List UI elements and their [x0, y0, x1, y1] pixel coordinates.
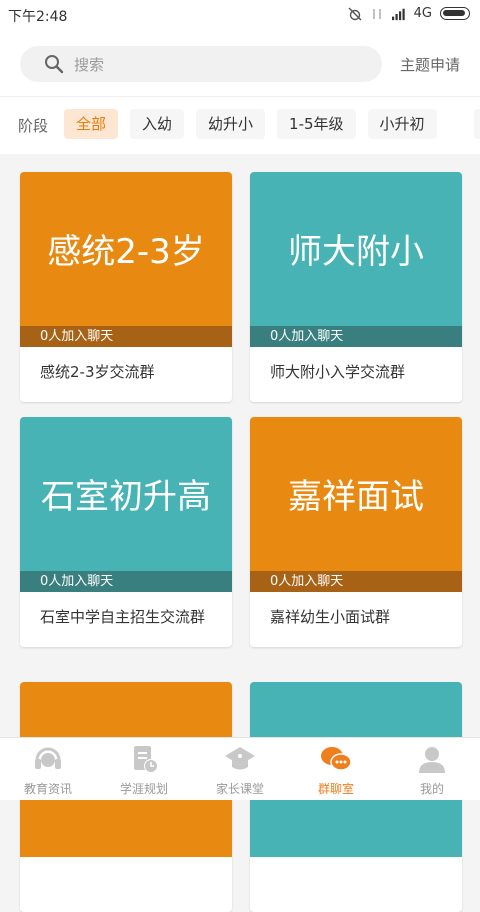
- filter-label: 阶段: [18, 117, 49, 135]
- tab-item[interactable]: 群聊室: [288, 738, 384, 800]
- search-placeholder: 搜索: [74, 56, 105, 74]
- group-cover-title: 师大附小: [288, 232, 424, 272]
- group-name: 师大附小入学交流群: [270, 363, 406, 381]
- tab-label: 学涯规划: [119, 782, 168, 796]
- group-cover: 师大附小: [250, 172, 462, 347]
- stage-filter-bar: 阶段 全部 入幼 幼升小 1-5年级 小升初: [0, 96, 480, 154]
- group-card[interactable]: 嘉祥面试 0人加入聊天嘉祥幼生小面试群: [250, 417, 462, 647]
- group-name: 石室中学自主招生交流群: [40, 608, 206, 626]
- topic-apply-link[interactable]: 主题申请: [400, 54, 460, 75]
- graduation-cap-icon: [224, 744, 256, 774]
- tab-label: 家长课堂: [215, 782, 264, 796]
- group-cover: 石室初升高: [20, 417, 232, 592]
- document-clock-icon: [128, 744, 160, 774]
- tab-item[interactable]: 学涯规划: [96, 738, 192, 800]
- group-name: 感统2-3岁交流群: [40, 363, 155, 381]
- filter-chip-overflow[interactable]: [474, 109, 480, 139]
- alarm-off-icon: [348, 7, 362, 20]
- group-cover: 嘉祥面试: [250, 417, 462, 592]
- group-card[interactable]: 感统2-3岁 0人加入聊天感统2-3岁交流群: [20, 172, 232, 402]
- filter-chip[interactable]: 入幼: [130, 109, 185, 139]
- group-cover-title: 石室初升高: [41, 477, 211, 517]
- group-name: 嘉祥幼生小面试群: [270, 608, 391, 626]
- group-cover: 感统2-3岁: [20, 172, 232, 347]
- filter-chip[interactable]: 1-5年级: [277, 109, 356, 139]
- group-card[interactable]: 石室初升高 0人加入聊天 石室中学自主招生交流群: [20, 417, 232, 647]
- search-input[interactable]: 搜索: [20, 46, 382, 82]
- bottom-tab-bar: 教育资讯 学涯规划 家长课堂 群聊室 我的: [0, 737, 480, 800]
- headset-icon: [32, 744, 64, 774]
- group-cover-title: 感统2-3岁: [47, 232, 205, 272]
- tab-item[interactable]: 我的: [384, 738, 480, 800]
- status-bar: 下午2:48 4G: [0, 0, 480, 30]
- status-icons: 4G: [348, 6, 470, 21]
- group-cover-title: 嘉祥面试: [288, 477, 424, 517]
- battery-icon: [440, 7, 470, 20]
- search-icon: [45, 55, 64, 74]
- tab-label: 群聊室: [317, 782, 354, 796]
- chat-bubbles-icon: [320, 744, 352, 774]
- filter-chip[interactable]: 幼升小: [196, 109, 266, 139]
- member-count: 0人加入聊天: [250, 571, 462, 592]
- tab-label: 我的: [419, 782, 444, 796]
- tab-item[interactable]: 家长课堂: [192, 738, 288, 800]
- status-time: 下午2:48: [8, 9, 68, 25]
- filter-chips: 全部 入幼 幼升小 1-5年级 小升初: [64, 109, 437, 139]
- member-count: 0人加入聊天: [250, 326, 462, 347]
- group-card[interactable]: 师大附小 0人加入聊天师大附小入学交流群: [250, 172, 462, 402]
- tab-item[interactable]: 教育资讯: [0, 738, 96, 800]
- network-type: 4G: [413, 6, 432, 21]
- data-arrows-icon: [372, 8, 381, 19]
- member-count: 0人加入聊天: [20, 571, 232, 592]
- search-header: 搜索 主题申请: [0, 30, 480, 96]
- filter-chip[interactable]: 全部: [64, 109, 119, 139]
- filter-chip[interactable]: 小升初: [367, 109, 437, 139]
- member-count: 0人加入聊天: [20, 326, 232, 347]
- tab-label: 教育资讯: [23, 782, 72, 796]
- signal-icon: [391, 8, 405, 20]
- user-icon: [416, 744, 448, 774]
